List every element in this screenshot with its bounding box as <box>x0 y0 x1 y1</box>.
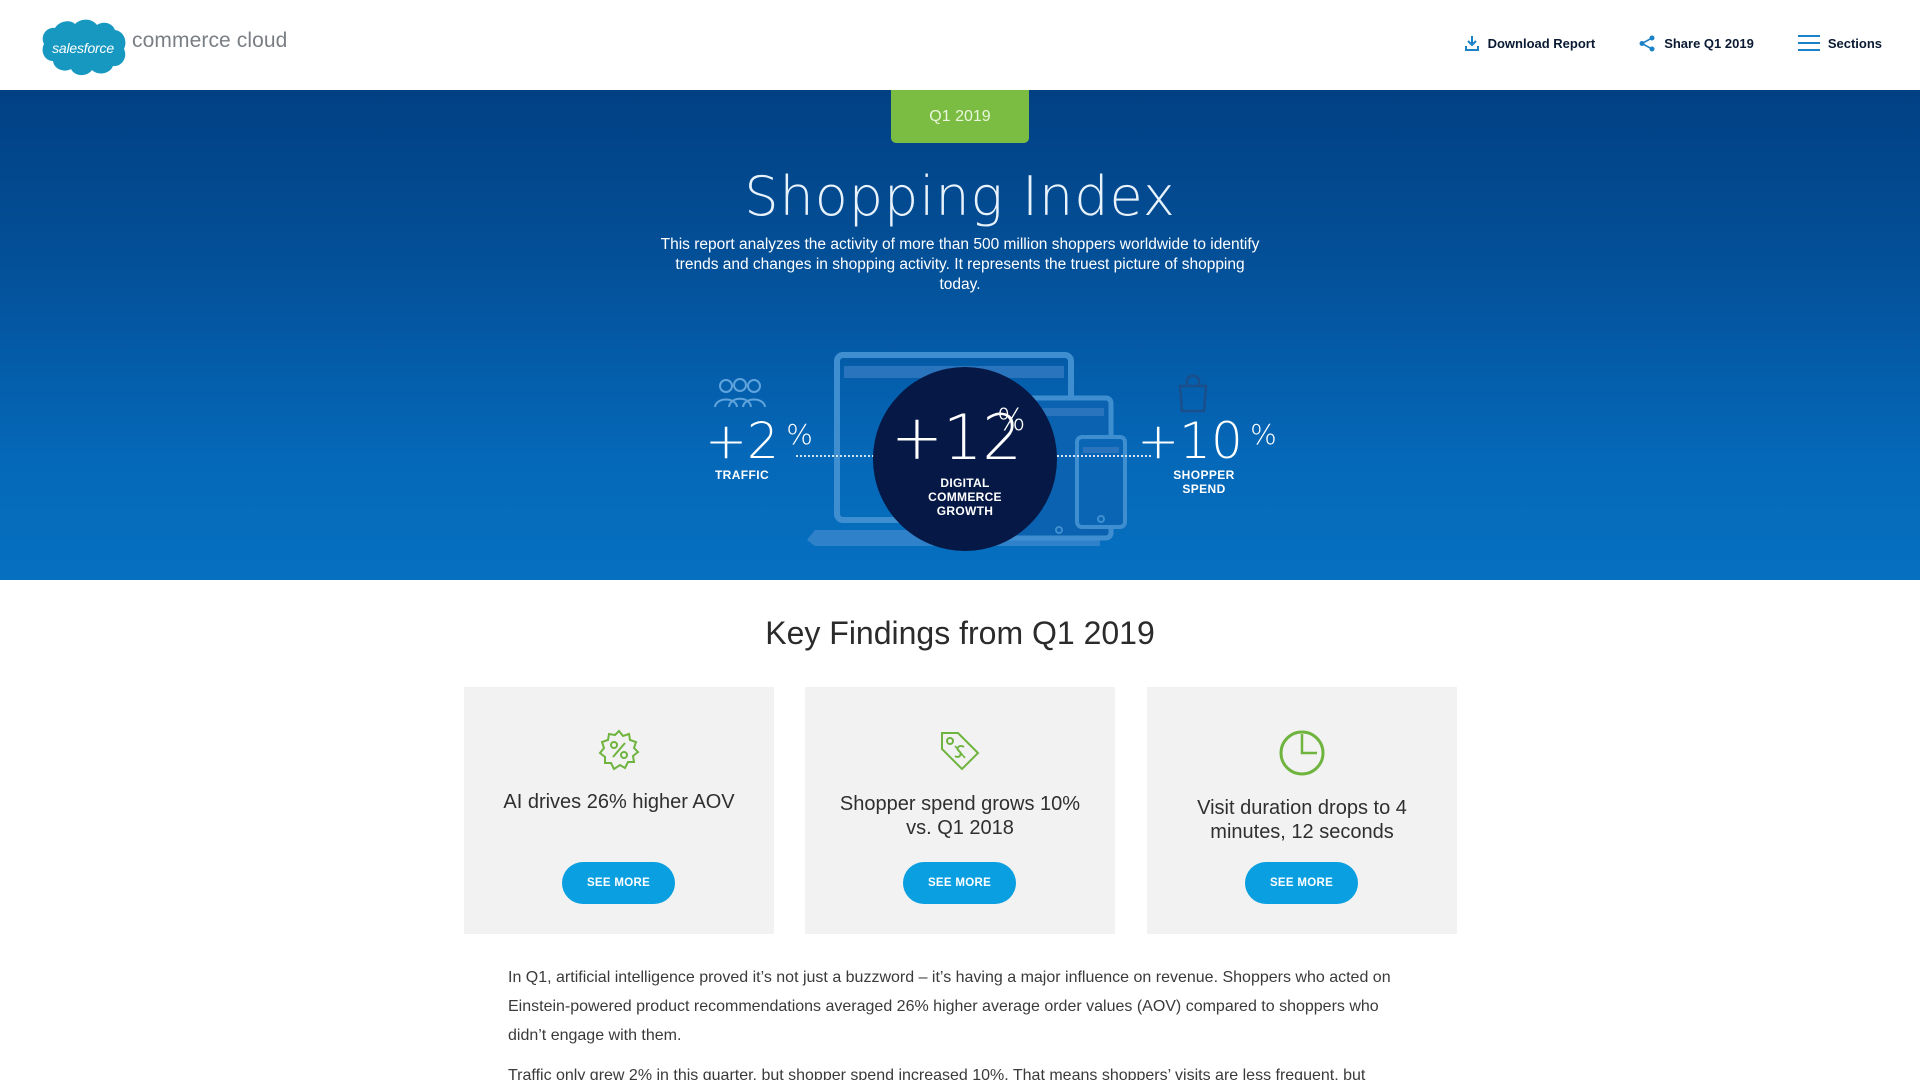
see-more-button[interactable]: SEE MORE <box>903 862 1016 904</box>
share-link[interactable]: Share Q1 2019 <box>1639 35 1754 52</box>
shopping-bag-icon <box>1178 374 1208 413</box>
hero-banner: Q1 2019 Shopping Index This report analy… <box>0 90 1920 580</box>
shopper-spend-stat: +10% SHOPPER SPEND <box>1137 416 1277 496</box>
digital-growth-circle: +12 % DIGITAL COMMERCE GROWTH <box>873 367 1057 551</box>
sections-label: Sections <box>1827 35 1882 51</box>
traffic-label: TRAFFIC <box>714 468 770 482</box>
card-text: AI drives 26% higher AOV <box>503 791 735 813</box>
quarter-tab: Q1 2019 <box>891 90 1029 143</box>
download-report-label: Download Report <box>1487 35 1596 51</box>
spend-label-line1: SHOPPER <box>1173 468 1235 482</box>
growth-label-line2: COMMERCE <box>928 490 1002 504</box>
growth-label-line1: DIGITAL <box>940 476 990 490</box>
clock-icon <box>1279 730 1325 776</box>
traffic-percent-sign: % <box>786 418 813 451</box>
key-findings-title: Key Findings from Q1 2019 <box>765 615 1155 651</box>
spend-percent-sign: % <box>1250 418 1277 451</box>
people-icon <box>714 378 766 408</box>
growth-label-line3: GROWTH <box>936 504 994 518</box>
spend-number: +10 <box>1137 412 1243 470</box>
header-nav: Download Report Share Q1 2019 Sections <box>1420 34 1882 52</box>
share-icon <box>1639 35 1655 51</box>
finding-card-ai: AI drives 26% higher AOV SEE MORE <box>464 687 774 934</box>
spend-label-line2: SPEND <box>1182 482 1226 496</box>
finding-card-duration: Visit duration drops to 4 minutes, 12 se… <box>1147 687 1457 934</box>
card-text: Shopper spend grows 10% vs. Q1 2018 <box>839 793 1081 839</box>
logo-cloud-text: salesforce <box>52 40 114 56</box>
spend-value: +10% <box>1137 416 1277 466</box>
salesforce-cloud-icon: salesforce <box>40 18 126 78</box>
hamburger-menu-icon <box>1797 35 1820 51</box>
traffic-value: +2% <box>705 416 813 466</box>
logo-product-text: commerce cloud <box>132 29 288 52</box>
card-icon-wrap <box>1147 729 1457 777</box>
sections-menu-button[interactable]: Sections <box>1797 34 1882 52</box>
growth-label: DIGITAL COMMERCE GROWTH <box>873 476 1057 518</box>
page-title: Shopping Index <box>744 165 1176 228</box>
share-label: Share Q1 2019 <box>1664 35 1754 51</box>
price-tag-icon <box>941 732 980 771</box>
body-paragraph-1: In Q1, artificial intelligence proved it… <box>508 969 1391 1044</box>
traffic-stat: +2% TRAFFIC <box>697 416 813 482</box>
percent-badge-icon <box>598 729 640 771</box>
salesforce-commerce-cloud-logo[interactable]: salesforce commerce cloud <box>40 18 287 78</box>
see-more-button[interactable]: SEE MORE <box>1245 862 1358 904</box>
finding-card-spend: Shopper spend grows 10% vs. Q1 2018 SEE … <box>805 687 1115 934</box>
site-header: salesforce commerce cloud Download Repor… <box>0 0 1920 90</box>
traffic-number: +2 <box>705 412 779 470</box>
growth-percent-sign: % <box>997 403 1026 438</box>
hero-description: This report analyzes the activity of mor… <box>660 236 1260 293</box>
spend-label: SHOPPER SPEND <box>1158 468 1250 496</box>
download-report-link[interactable]: Download Report <box>1464 35 1596 51</box>
download-icon <box>1464 36 1479 51</box>
card-icon-wrap <box>805 729 1115 773</box>
card-text: Visit duration drops to 4 minutes, 12 se… <box>1197 797 1407 843</box>
see-more-button[interactable]: SEE MORE <box>562 862 675 904</box>
card-icon-wrap <box>464 729 774 771</box>
body-paragraph-2: Traffic only grew 2% in this quarter, bu… <box>508 1067 1366 1080</box>
